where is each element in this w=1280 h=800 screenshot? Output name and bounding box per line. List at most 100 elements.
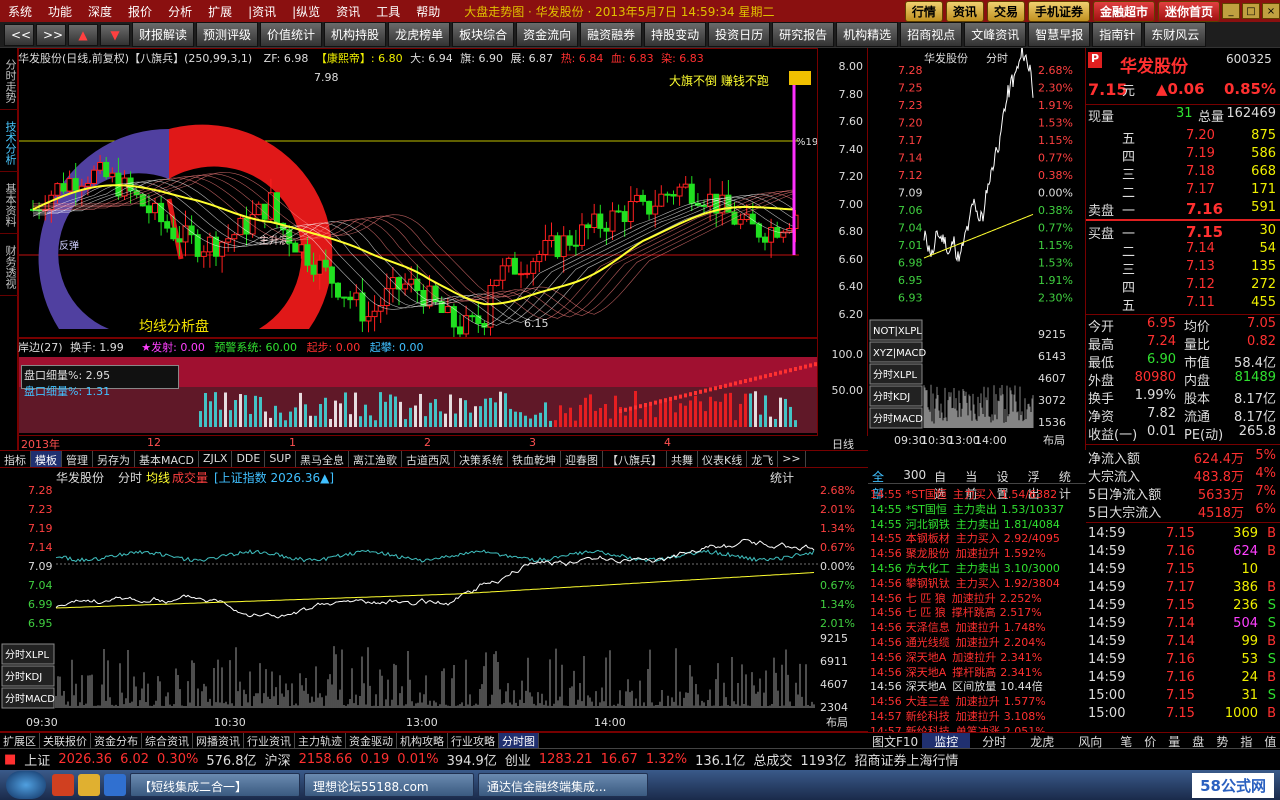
small-intraday-panel[interactable]: 华发股份 分时 7.28 2.68% 7.25 2.30% 7.23 1.91% 7.20 1.5… [868, 48, 1086, 450]
monitor-row[interactable]: 14:55 *ST国恒 主力卖出 1.53/10337 [870, 501, 1086, 516]
toolbar-button-13[interactable]: 文峰资讯 [964, 22, 1027, 47]
indicator-tab-16[interactable]: 仪表K线 [698, 451, 748, 467]
toolbar-arrow-2[interactable]: ▲ [68, 23, 98, 46]
top-button-3[interactable]: 手机证券 [1027, 0, 1090, 22]
menu-item-5[interactable]: 扩展 [200, 3, 240, 20]
indicator-tab-6[interactable]: DDE [232, 451, 266, 467]
indicator-tab-12[interactable]: 铁血乾坤 [508, 451, 561, 467]
minimize-icon[interactable]: _ [1222, 3, 1240, 19]
top-button-5[interactable]: 迷你首页 [1157, 0, 1220, 22]
bottom-tab-right-2[interactable]: 分时 [970, 733, 1018, 749]
left-tab-0[interactable]: 分时走势 [0, 48, 18, 110]
taskbar-task-0[interactable]: 【短线集成二合一】 [130, 773, 300, 797]
bottom-tab-9[interactable]: 行业攻略 [448, 733, 499, 748]
bottom-tab-3[interactable]: 综合资讯 [142, 733, 193, 748]
taskbar-task-1[interactable]: 理想论坛55188.com [304, 773, 474, 797]
toolbar-button-7[interactable]: 融资融券 [580, 22, 643, 47]
toolbar-button-9[interactable]: 投资日历 [708, 22, 771, 47]
monitor-row[interactable]: 14:57 新纶科技 加速拉升 3.108% [870, 708, 1086, 723]
monitor-row[interactable]: 14:55 本钢板材 主力买入 2.92/4095 [870, 530, 1086, 545]
indicator-tab-13[interactable]: 迎春图 [561, 451, 603, 467]
monitor-row[interactable]: 14:56 深天地A 撑杆跳高 2.341% [870, 664, 1086, 679]
toolbar-button-15[interactable]: 指南针 [1092, 22, 1143, 47]
toolbar-button-5[interactable]: 板块综合 [452, 22, 515, 47]
indicator-tab-2[interactable]: 管理 [62, 451, 93, 467]
toolbar-button-16[interactable]: 东财风云 [1144, 22, 1207, 47]
menu-item-6[interactable]: |资讯 [240, 3, 284, 20]
monitor-row[interactable]: 14:56 大连三垒 加速拉升 1.577% [870, 693, 1086, 708]
toolbar-button-0[interactable]: 财报解读 [132, 22, 195, 47]
toolbar-button-14[interactable]: 智慧早报 [1028, 22, 1091, 47]
indicator-tab-10[interactable]: 古道西风 [402, 451, 455, 467]
hs-label[interactable]: 沪深 [265, 750, 291, 769]
bottom-tab-right-8[interactable]: 盘 [1186, 733, 1210, 749]
left-tab-1[interactable]: 技术分析 [0, 110, 18, 172]
indicator-tab-15[interactable]: 共舞 [667, 451, 698, 467]
toolbar-arrow-0[interactable]: << [4, 23, 34, 46]
taskbar-task-2[interactable]: 通达信金融终端集成... [478, 773, 648, 797]
menu-item-2[interactable]: 深度 [80, 3, 120, 20]
toolbar-button-1[interactable]: 预测评级 [196, 22, 259, 47]
monitor-row[interactable]: 14:56 天泽信息 加速拉升 1.748% [870, 619, 1086, 634]
monitor-row[interactable]: 14:56 通光线缆 加速拉升 2.204% [870, 634, 1086, 649]
indicator-tab-7[interactable]: SUP [265, 451, 296, 467]
menu-item-9[interactable]: 工具 [368, 3, 408, 20]
monitor-tab-2[interactable]: 自选 [930, 468, 961, 501]
indicator-tab-14[interactable]: 【八旗兵】 [603, 451, 667, 467]
indicator-tab-4[interactable]: 基本MACD [135, 451, 199, 467]
toolbar-button-12[interactable]: 招商视点 [900, 22, 963, 47]
bottom-tab-7[interactable]: 资金驱动 [346, 733, 397, 748]
indicator-tab-11[interactable]: 决策系统 [455, 451, 508, 467]
monitor-row[interactable]: 14:56 攀钢钒钛 主力买入 1.92/3804 [870, 575, 1086, 590]
monitor-row[interactable]: 14:56 深天地A 加速拉升 2.341% [870, 649, 1086, 664]
top-button-0[interactable]: 行情 [904, 0, 943, 22]
monitor-tab-1[interactable]: 300 [899, 468, 930, 483]
monitor-row[interactable]: 14:56 七 匹 狼加速拉升 2.252% [870, 590, 1086, 605]
bottom-tab-right-4[interactable]: 风向 [1066, 733, 1114, 749]
toolbar-button-4[interactable]: 龙虎榜单 [388, 22, 451, 47]
menu-item-8[interactable]: 资讯 [328, 3, 368, 20]
browser-icon[interactable] [52, 774, 74, 796]
monitor-tab-5[interactable]: 浮出 [1024, 468, 1055, 501]
toolbar-button-10[interactable]: 研究报告 [772, 22, 835, 47]
bottom-tab-1[interactable]: 关联报价 [40, 733, 91, 748]
bottom-tab-right-3[interactable]: 龙虎 [1018, 733, 1066, 749]
indicator-tab-8[interactable]: 黑马全息 [296, 451, 349, 467]
monitor-row[interactable]: 14:56 聚龙股份 加速拉升 1.592% [870, 545, 1086, 560]
maximize-icon[interactable]: □ [1242, 3, 1260, 19]
bottom-tab-4[interactable]: 网播资讯 [193, 733, 244, 748]
toolbar-button-6[interactable]: 资金流向 [516, 22, 579, 47]
bottom-tab-8[interactable]: 机构攻略 [397, 733, 448, 748]
bottom-tab-right-0[interactable]: 图文F10 [868, 733, 922, 749]
indicator-tab-0[interactable]: 指标 [0, 451, 31, 467]
bottom-tab-5[interactable]: 行业资讯 [244, 733, 295, 748]
cy-label[interactable]: 创业 [505, 750, 531, 769]
indicator-tab-17[interactable]: 龙飞 [747, 451, 779, 467]
period-label[interactable]: 日线 [818, 436, 868, 451]
monitor-row[interactable]: 14:57 新纶科技 单笔冲涨 2.051% [870, 723, 1086, 732]
toolbar-button-11[interactable]: 机构精选 [836, 22, 899, 47]
indicator-tab-3[interactable]: 另存为 [93, 451, 135, 467]
toolbar-arrow-3[interactable]: ▼ [100, 23, 130, 46]
menu-item-10[interactable]: 帮助 [408, 3, 448, 20]
toolbar-button-8[interactable]: 持股变动 [644, 22, 707, 47]
bottom-tab-0[interactable]: 扩展区 [0, 733, 40, 748]
bottom-tab-right-5[interactable]: 笔 [1114, 733, 1138, 749]
toolbar-button-2[interactable]: 价值统计 [260, 22, 323, 47]
left-tab-2[interactable]: 基本资料 [0, 172, 18, 234]
monitor-tab-0[interactable]: 全部 [868, 468, 899, 501]
toolbar-button-3[interactable]: 机构持股 [324, 22, 387, 47]
monitor-tab-3[interactable]: 当前 [961, 468, 992, 501]
monitor-row[interactable]: 14:55 河北钢铁 主力卖出 1.81/4084 [870, 516, 1086, 531]
monitor-list[interactable]: 全部 300 自选 当前 设置 浮出 统计 14:55 *ST国恒 主力买入 1.54/6382 14… [868, 468, 1086, 732]
monitor-row[interactable]: 14:56 深天地A 区间放量 10.44倍 [870, 678, 1086, 693]
bottom-tab-right-1[interactable]: 监控 [922, 733, 971, 749]
indicator-tab-18[interactable]: >> [778, 451, 806, 467]
bottom-tab-right-10[interactable]: 指 [1234, 733, 1258, 749]
top-button-4[interactable]: 金融超市 [1092, 0, 1155, 22]
indicator-tab-9[interactable]: 离江渔歌 [349, 451, 402, 467]
bottom-tab-right-11[interactable]: 值 [1258, 733, 1280, 749]
folder-icon[interactable] [78, 774, 100, 796]
bottom-tab-right-7[interactable]: 量 [1162, 733, 1186, 749]
sh-label[interactable]: 上证 [24, 750, 50, 769]
